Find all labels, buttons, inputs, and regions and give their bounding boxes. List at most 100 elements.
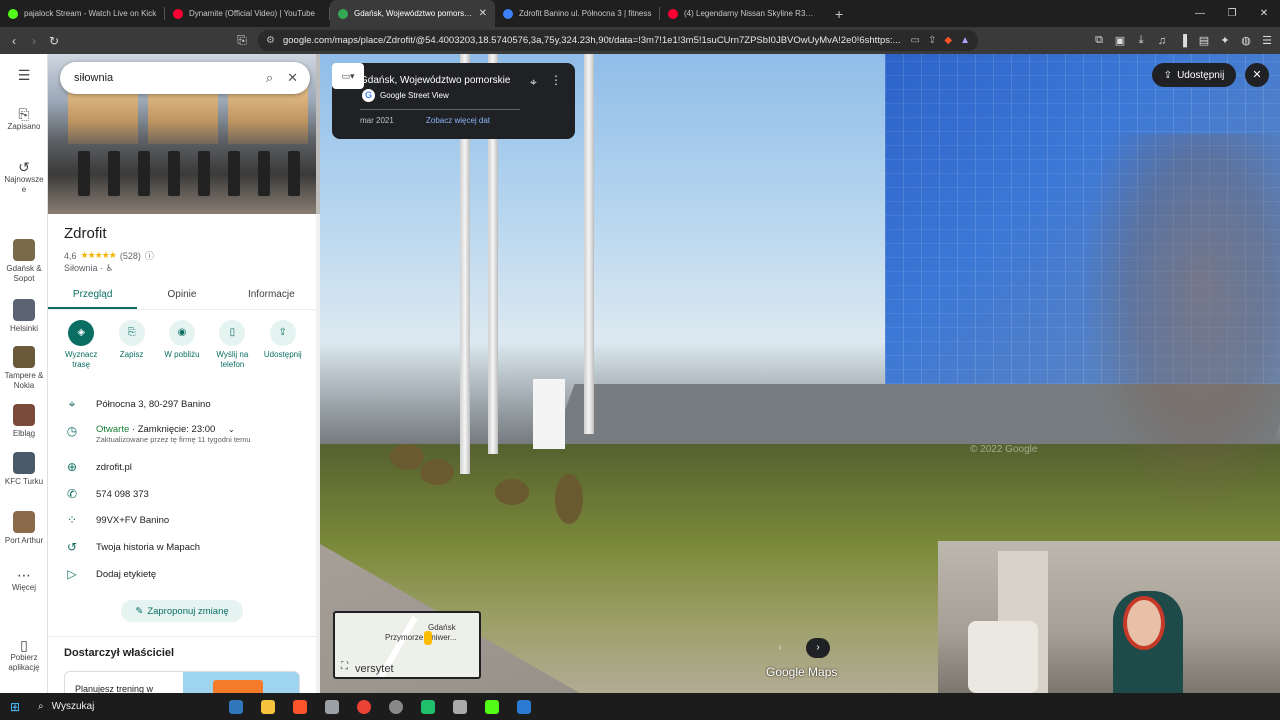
taskbar-app-obs-icon[interactable] [380, 693, 412, 720]
history-icon: ↺ [18, 159, 30, 175]
brave-shields-icon[interactable]: ◆ [944, 35, 952, 46]
clear-search-icon[interactable]: ✕ [287, 70, 298, 86]
cast-icon[interactable]: ▭ [911, 35, 920, 46]
rail-history-elblag[interactable]: Elbląg [0, 404, 48, 439]
taskbar-search[interactable]: ⌕ Wyszukaj [30, 693, 220, 720]
more-options-icon[interactable]: ⋮ [550, 73, 562, 87]
save-button[interactable]: ⎘ Zapisz [107, 320, 157, 370]
taskbar-app-media-icon[interactable] [412, 693, 444, 720]
brave-rewards-icon[interactable]: ▲ [960, 35, 970, 46]
taskbar-app-shield-icon[interactable] [444, 693, 476, 720]
minimize-window-icon[interactable]: — [1184, 0, 1216, 27]
rail-label: KFC Turku [4, 477, 44, 486]
wallet-icon[interactable]: ▤ [1197, 34, 1211, 47]
hours-row[interactable]: ◷ Otwarte · Zamknięcie: 23:00 ⌄ Zaktuali… [48, 420, 316, 450]
share-button[interactable]: ⇪ Udostępnij [258, 320, 308, 370]
tab-kick[interactable]: pajalock Stream - Watch Live on Kick [0, 0, 165, 27]
phone-row[interactable]: ✆ 574 098 373 [48, 483, 316, 505]
close-tab-icon[interactable]: ✕ [479, 8, 487, 19]
website-link[interactable]: zdrofit.pl [96, 462, 132, 473]
omnibox[interactable]: ⚙ google.com/maps/place/Zdrofit/@54.4003… [258, 30, 978, 51]
close-window-icon[interactable]: ✕ [1248, 0, 1280, 27]
taskbar-app-generic-icon[interactable] [316, 693, 348, 720]
next-image-icon[interactable]: › [806, 638, 830, 658]
rail-history-kfc-turku[interactable]: KFC Turku [0, 452, 48, 487]
chevron-down-icon[interactable]: ⌄ [228, 425, 235, 434]
search-box[interactable]: siłownia ⌕ ✕ [60, 62, 310, 94]
tab-youtube-dynamite[interactable]: Dynamite (Official Video) | YouTube [165, 0, 330, 27]
tab-about[interactable]: Informacje [227, 286, 316, 309]
taskbar-app-brave-icon[interactable] [284, 693, 316, 720]
expand-minimap-icon[interactable]: ⛶ [341, 661, 348, 672]
taskbar-app-chrome-icon[interactable] [348, 693, 380, 720]
directions-button[interactable]: ◈ Wyznacz trasę [56, 320, 106, 370]
site-settings-icon[interactable]: ⚙ [266, 35, 275, 46]
suggest-edit-button[interactable]: ✎ Zaproponuj zmianę [121, 600, 243, 622]
taskbar-app-edge-icon[interactable] [220, 693, 252, 720]
more-dates-link[interactable]: Zobacz więcej dat [426, 116, 490, 125]
place-tabs: Przegląd Opinie Informacje [48, 286, 316, 310]
info-icon[interactable]: ⓘ [145, 249, 154, 262]
tab-youtube-skyline[interactable]: (4) Legendarny Nissan Skyline R34 na [660, 0, 825, 27]
add-label-row[interactable]: ▷ Dodaj etykietę [48, 563, 316, 585]
rail-history-helsinki[interactable]: Helsinki [0, 299, 48, 334]
place-category[interactable]: Siłownia [64, 263, 98, 273]
previous-image-icon[interactable]: ‹ [768, 638, 792, 658]
owner-promo-card[interactable]: Planujesz trening w [64, 671, 300, 693]
tab-zdrofit[interactable]: Zdrofit Banino ul. Północna 3 | fitness [495, 0, 660, 27]
minimap-university-label: versytet [355, 663, 394, 675]
restore-window-icon[interactable]: ❐ [1216, 0, 1248, 27]
website-row[interactable]: ⊕ zdrofit.pl [48, 456, 316, 478]
tab-search-icon[interactable]: ▣ [1113, 34, 1127, 47]
vpn-icon[interactable]: ◍ [1239, 34, 1253, 47]
windows-start-icon[interactable]: ⊞ [0, 700, 30, 714]
maps-history-row[interactable]: ↺ Twoja historia w Mapach [48, 536, 316, 558]
send-to-phone-button[interactable]: ▯ Wyślij na telefon [207, 320, 257, 370]
back-icon[interactable]: ‹ [4, 34, 24, 48]
leo-icon[interactable]: ✦ [1218, 34, 1232, 47]
tab-reviews[interactable]: Opinie [137, 286, 226, 309]
keyboard-shortcuts-icon[interactable]: ▭▾ [332, 63, 364, 89]
tab-overview[interactable]: Przegląd [48, 286, 138, 309]
forward-icon[interactable]: › [24, 34, 44, 48]
extensions-icon[interactable]: ⧉ [1092, 34, 1106, 47]
close-street-view-icon[interactable]: ✕ [1245, 63, 1269, 87]
menu-icon[interactable]: ☰ [1260, 34, 1274, 47]
taskbar-app-steam-icon[interactable] [508, 693, 540, 720]
street-view-minimap[interactable]: Gdańsk Przymorze Uniwer... versytet ⛶ [333, 611, 481, 679]
rail-saved[interactable]: ⎘ Zapisano [0, 107, 48, 132]
review-count[interactable]: (528) [120, 251, 141, 261]
reload-icon[interactable]: ↻ [44, 34, 64, 48]
bookmark-icon[interactable]: ⎘ [232, 33, 252, 48]
tab-google-maps[interactable]: Gdańsk, Województwo pomorskie ✕ [330, 0, 495, 27]
suggest-label: Zaproponuj zmianę [147, 605, 229, 617]
plus-code-row[interactable]: ⁘ 99VX+FV Banino [48, 509, 316, 531]
share-label: Udostępnij [1177, 69, 1225, 81]
downloads-icon[interactable]: ⤓ [1134, 34, 1148, 47]
menu-button[interactable]: ☰ [0, 68, 48, 83]
rail-more[interactable]: ⋯ Więcej [0, 568, 48, 593]
taskbar-app-explorer-icon[interactable] [252, 693, 284, 720]
street-view-share-button[interactable]: ⇪ Udostępnij [1152, 63, 1236, 87]
nearby-button[interactable]: ◉ W pobliżu [157, 320, 207, 370]
url-text[interactable]: google.com/maps/place/Zdrofit/@54.400320… [283, 35, 903, 46]
search-input[interactable]: siłownia [74, 72, 252, 84]
taskbar-search-label: Wyszukaj [51, 701, 95, 712]
rail-recent[interactable]: ↺ Najnowsze e [0, 159, 48, 195]
address-row[interactable]: ⌖ Północna 3, 80-297 Banino [48, 393, 316, 415]
history-icon: ↺ [66, 540, 78, 554]
search-icon[interactable]: ⌕ [266, 70, 273, 86]
rail-label: e [21, 185, 27, 194]
rail-history-port-arthur[interactable]: Port Arthur [0, 511, 48, 546]
taskbar-app-store-icon[interactable] [476, 693, 508, 720]
place-thumbnail [13, 452, 35, 474]
rail-history-gdansk[interactable]: Gdańsk & Sopot [0, 239, 48, 284]
media-icon[interactable]: ♫ [1155, 35, 1169, 47]
sidebar-icon[interactable]: ▐ [1176, 35, 1190, 47]
rail-get-app[interactable]: ▯ Pobierz aplikację [0, 638, 48, 673]
new-tab-button[interactable]: + [825, 6, 853, 22]
location-pin-icon[interactable]: ⌖ [530, 75, 537, 90]
rail-history-tampere[interactable]: Tampere & Nokia [0, 346, 48, 391]
pegman-icon[interactable] [424, 631, 432, 645]
share-page-icon[interactable]: ⇪ [928, 35, 936, 46]
